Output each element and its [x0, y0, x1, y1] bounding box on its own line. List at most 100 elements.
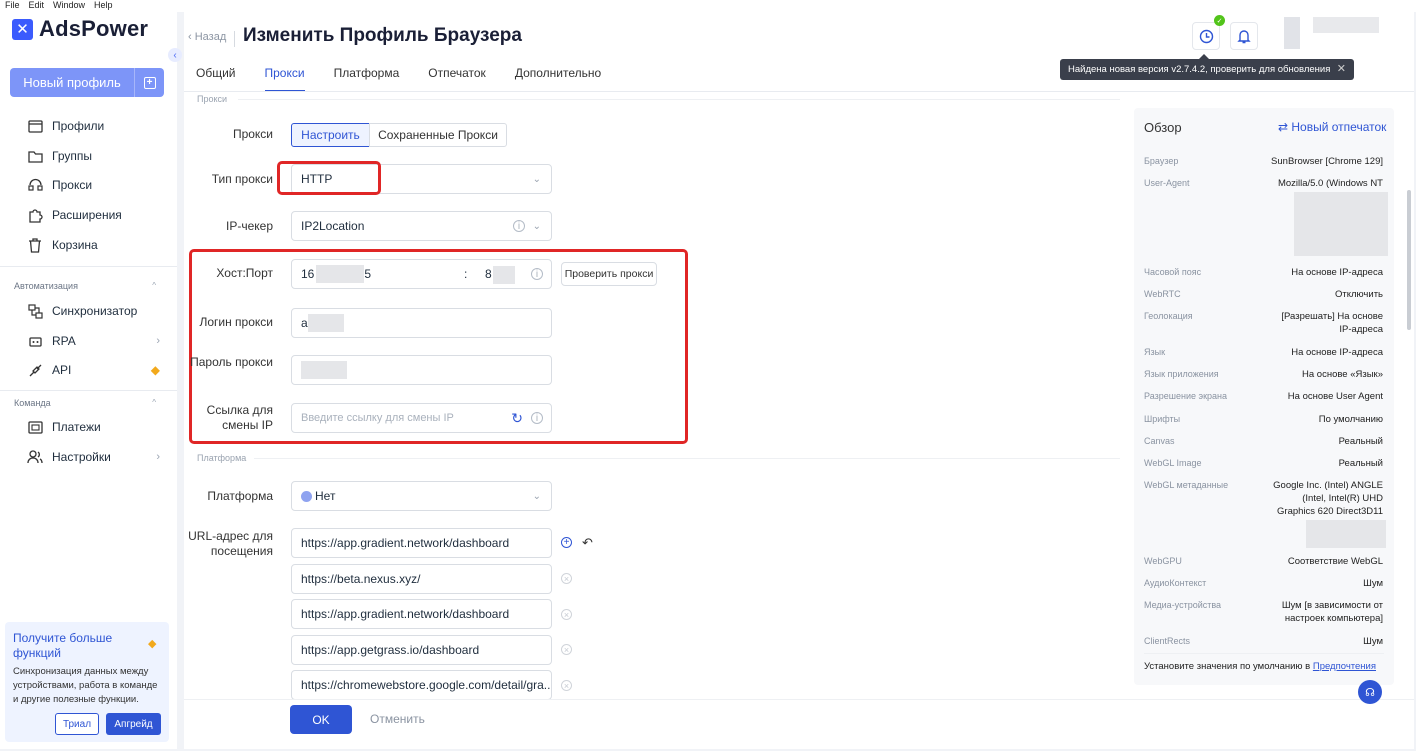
support-headset-icon[interactable]: ☊ — [1358, 680, 1382, 704]
remove-url-icon[interactable]: × — [561, 644, 572, 655]
sidebar-divider — [0, 266, 177, 267]
chevron-right-icon: › — [156, 451, 160, 463]
sidebar-item-label: Профили — [52, 119, 105, 133]
tab-general[interactable]: Общий — [196, 66, 236, 92]
url-input[interactable]: https://chromewebstore.google.com/detail… — [291, 670, 552, 700]
sidebar-item-api[interactable]: API ◆ — [26, 360, 160, 380]
close-icon[interactable]: ✕ — [1337, 62, 1346, 75]
bell-icon — [1237, 29, 1251, 43]
overview-key: WebRTC — [1144, 289, 1181, 299]
refresh-url-input[interactable]: Введите ссылку для смены IP ↻ i — [291, 403, 552, 433]
saved-proxies-button[interactable]: Сохраненные Прокси — [369, 123, 507, 147]
sidebar-item-profiles[interactable]: Профили — [26, 116, 160, 136]
menu-file[interactable]: File — [5, 0, 20, 12]
back-link[interactable]: ‹ Назад — [188, 31, 226, 43]
overview-key: Медиа-устройства — [1144, 600, 1222, 610]
proxy-password-input[interactable] — [291, 355, 552, 385]
upgrade-button[interactable]: Апгрейд — [106, 713, 161, 735]
new-profile-button[interactable]: Новый профиль + — [10, 68, 164, 97]
url-value: https://app.gradient.network/dashboard — [301, 607, 510, 621]
overview-key: WebGL метаданные — [1144, 480, 1229, 490]
overview-footer: Установите значения по умолчанию в Предп… — [1144, 661, 1376, 672]
check-proxy-button[interactable]: Проверить прокси — [561, 262, 657, 286]
info-icon[interactable]: i — [513, 220, 525, 232]
sidebar-item-label: Прокси — [52, 178, 93, 192]
url-input[interactable]: https://app.gradient.network/dashboard — [291, 528, 552, 558]
team-section-title[interactable]: Команда ^ — [14, 398, 160, 408]
update-button[interactable] — [1192, 22, 1220, 50]
port-separator: : — [464, 267, 468, 281]
tab-underline — [184, 91, 1414, 92]
sidebar-item-trash[interactable]: Корзина — [26, 235, 160, 255]
tab-advanced[interactable]: Дополнительно — [515, 66, 601, 92]
proxy-login-input[interactable]: a — [291, 308, 552, 338]
overview-value: Шум — [1363, 578, 1383, 589]
url-value: https://app.getgrass.io/dashboard — [301, 643, 480, 657]
redacted-port — [493, 266, 515, 284]
menu-help[interactable]: Help — [94, 0, 113, 12]
tab-proxy[interactable]: Прокси — [264, 66, 305, 92]
overview-value: [Разрешать] На основе IP-адреса — [1281, 311, 1383, 335]
remove-url-icon[interactable]: × — [561, 680, 572, 691]
sidebar-item-label: API — [52, 363, 72, 377]
info-icon[interactable]: i — [531, 412, 543, 424]
refresh-icon[interactable]: ↻ — [511, 410, 523, 427]
url-input[interactable]: https://app.gradient.network/dashboard — [291, 599, 552, 629]
robot-icon — [26, 332, 44, 350]
proxy-password-label: Пароль прокси — [190, 355, 273, 369]
cancel-button[interactable]: Отменить — [370, 712, 425, 726]
remove-url-icon[interactable]: × — [561, 573, 572, 584]
chevron-up-icon: ^ — [152, 281, 156, 290]
api-icon — [26, 361, 44, 379]
menu-window[interactable]: Window — [53, 0, 85, 12]
overview-value: На основе IP-адреса — [1291, 267, 1383, 278]
info-icon[interactable]: i — [531, 268, 543, 280]
overview-key: Браузер — [1144, 156, 1179, 166]
os-menu-bar: File Edit Window Help — [0, 0, 1416, 12]
url-input[interactable]: https://app.getgrass.io/dashboard — [291, 635, 552, 665]
visit-url-label: URL-адрес для посещения — [188, 529, 273, 558]
overview-key: Шрифты — [1144, 414, 1181, 424]
sync-icon — [26, 302, 44, 320]
section-title-proxy: Прокси — [197, 94, 228, 104]
back-label: Назад — [194, 31, 227, 43]
ip-checker-select[interactable]: IP2Location i ⌄ — [291, 211, 552, 241]
preferences-link[interactable]: Предпочтения — [1313, 661, 1376, 672]
configure-proxy-button[interactable]: Настроить — [291, 123, 370, 147]
sidebar-item-extensions[interactable]: Расширения — [26, 205, 160, 225]
sidebar-item-proxies[interactable]: Прокси — [26, 175, 160, 195]
sidebar-item-payments[interactable]: Платежи — [26, 417, 160, 437]
host-value-end: 5 — [364, 267, 372, 281]
sidebar-item-synchronizer[interactable]: Синхронизатор — [26, 301, 160, 321]
section-title-text: Автоматизация — [14, 281, 78, 291]
sidebar-item-rpa[interactable]: RPA › — [26, 331, 160, 351]
sidebar-item-settings[interactable]: Настройки › — [26, 447, 160, 467]
collapse-sidebar-icon[interactable]: ‹ — [168, 48, 182, 62]
remove-url-icon[interactable]: × — [561, 609, 572, 620]
menu-edit[interactable]: Edit — [29, 0, 45, 12]
tab-platform[interactable]: Платформа — [334, 66, 400, 92]
globe-icon — [301, 490, 312, 502]
sidebar-item-groups[interactable]: Группы — [26, 146, 160, 166]
sidebar-item-label: Синхронизатор — [52, 304, 138, 318]
batch-add-icon[interactable]: + — [135, 76, 164, 89]
proxy-type-label: Тип прокси — [211, 172, 273, 186]
host-port-input[interactable]: 16 5 : 8 i — [291, 259, 552, 289]
avatar[interactable] — [1284, 17, 1300, 49]
undo-icon[interactable]: ↶ — [582, 535, 593, 551]
refresh-url-label: Ссылка для смены IP — [206, 403, 273, 432]
url-input[interactable]: https://beta.nexus.xyz/ — [291, 564, 552, 594]
add-url-icon[interactable]: + — [561, 537, 572, 548]
new-fingerprint-button[interactable]: ⇄ Новый отпечаток — [1278, 120, 1386, 134]
redacted-login — [307, 314, 344, 332]
ok-button[interactable]: OK — [290, 705, 352, 734]
notifications-button[interactable] — [1230, 22, 1258, 50]
account-name[interactable] — [1313, 17, 1379, 33]
automation-section-title[interactable]: Автоматизация ^ — [14, 281, 160, 291]
overview-value: На основе IP-адреса — [1291, 347, 1383, 358]
redacted-webgl — [1306, 520, 1386, 548]
tab-fingerprint[interactable]: Отпечаток — [428, 66, 486, 92]
scrollbar[interactable] — [1407, 190, 1411, 330]
trial-button[interactable]: Триал — [55, 713, 99, 735]
platform-select[interactable]: Нет ⌄ — [291, 481, 552, 511]
